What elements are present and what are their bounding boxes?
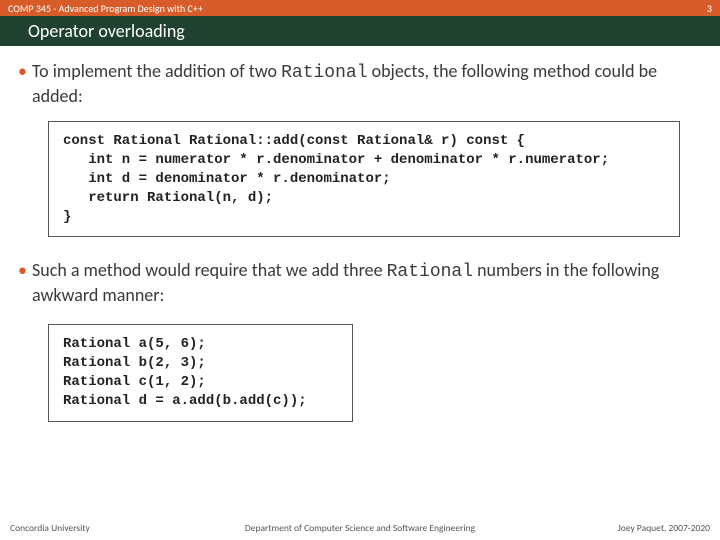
bullet-2-pre: Such a method would require that we add … [32, 259, 387, 281]
footer-center: Department of Computer Science and Softw… [204, 522, 515, 534]
bullet-1-pre: To implement the addition of two [32, 60, 281, 82]
header-bar: COMP 345 - Advanced Program Design with … [0, 0, 720, 16]
bullet-1-text: To implement the addition of two Rationa… [32, 60, 702, 107]
slide: COMP 345 - Advanced Program Design with … [0, 0, 720, 540]
code-block-1: const Rational Rational::add(const Ratio… [48, 121, 680, 237]
bullet-1: • To implement the addition of two Ratio… [18, 60, 702, 107]
bullet-1-mono: Rational [281, 63, 367, 83]
slide-body: • To implement the addition of two Ratio… [0, 46, 720, 540]
bullet-2: • Such a method would require that we ad… [18, 259, 702, 306]
course-label: COMP 345 - Advanced Program Design with … [8, 2, 203, 15]
footer-right: Joey Paquet, 2007-2020 [516, 522, 710, 534]
bullet-dot-icon: • [18, 60, 32, 107]
bullet-2-mono: Rational [387, 262, 473, 282]
footer-left: Concordia University [10, 522, 204, 534]
footer: Concordia University Department of Compu… [0, 522, 720, 534]
page-number: 3 [707, 2, 712, 15]
bullet-dot-icon: • [18, 259, 32, 306]
bullet-2-text: Such a method would require that we add … [32, 259, 702, 306]
slide-title: Operator overloading [0, 16, 720, 46]
code-block-2: Rational a(5, 6); Rational b(2, 3); Rati… [48, 324, 353, 422]
